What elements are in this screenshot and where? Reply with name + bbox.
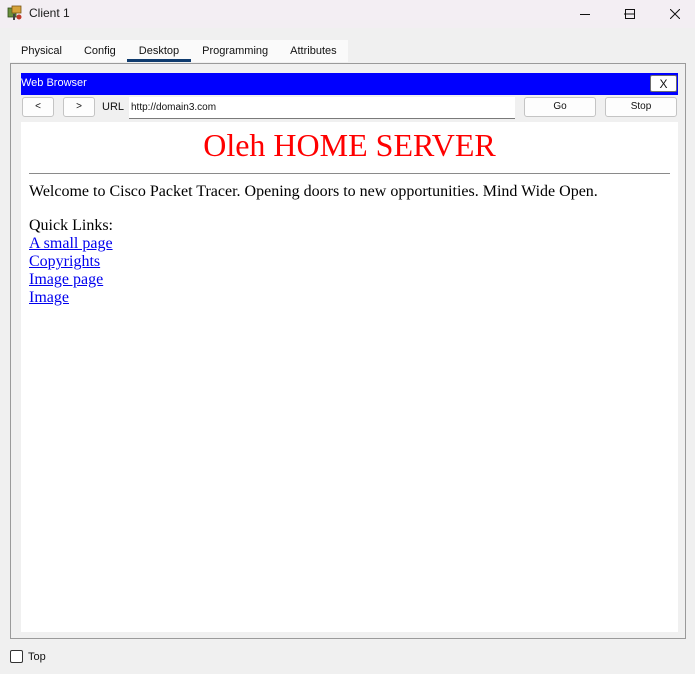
top-checkbox[interactable]: [10, 650, 23, 663]
quick-links: Quick Links: A small page Copyrights Ima…: [29, 217, 113, 307]
link-small-page[interactable]: A small page: [29, 235, 113, 253]
maximize-icon: [625, 9, 635, 19]
web-browser-titlebar: Web Browser X: [21, 73, 678, 95]
page-heading: Oleh HOME SERVER: [203, 127, 496, 163]
welcome-text: Welcome to Cisco Packet Tracer. Opening …: [29, 183, 598, 200]
link-copyrights[interactable]: Copyrights: [29, 253, 113, 271]
tab-attributes[interactable]: Attributes: [279, 40, 347, 62]
close-window-button[interactable]: [652, 0, 695, 28]
packet-tracer-client-icon: [7, 5, 23, 21]
stop-button[interactable]: Stop: [605, 97, 677, 117]
tab-desktop[interactable]: Desktop: [126, 40, 192, 62]
device-tabs: Physical Config Desktop Programming Attr…: [10, 40, 348, 62]
browser-navigation-bar: < > URL Go Stop: [21, 97, 678, 119]
close-icon: [670, 9, 680, 19]
quick-links-heading: Quick Links:: [29, 217, 113, 234]
window-title: Client 1: [29, 6, 70, 20]
horizontal-rule: [29, 173, 670, 174]
url-input[interactable]: [129, 97, 515, 119]
link-image-page[interactable]: Image page: [29, 271, 113, 289]
go-button[interactable]: Go: [524, 97, 596, 117]
desktop-panel: Web Browser X < > URL Go Stop Oleh HOME …: [10, 63, 686, 639]
maximize-window-button[interactable]: [607, 0, 653, 28]
web-browser-title: Web Browser: [21, 77, 87, 89]
client-window-body: Physical Config Desktop Programming Attr…: [0, 28, 695, 674]
minimize-icon: [580, 9, 590, 19]
web-browser-close-button[interactable]: X: [650, 75, 677, 92]
forward-button[interactable]: >: [63, 97, 95, 117]
top-checkbox-label: Top: [28, 651, 46, 663]
tab-physical[interactable]: Physical: [10, 40, 73, 62]
back-button[interactable]: <: [22, 97, 54, 117]
browser-viewport: Oleh HOME SERVER Welcome to Cisco Packet…: [21, 122, 678, 632]
tab-config[interactable]: Config: [73, 40, 127, 62]
url-label: URL: [102, 101, 125, 113]
link-image[interactable]: Image: [29, 289, 113, 307]
tab-programming[interactable]: Programming: [191, 40, 279, 62]
minimize-window-button[interactable]: [562, 0, 608, 28]
